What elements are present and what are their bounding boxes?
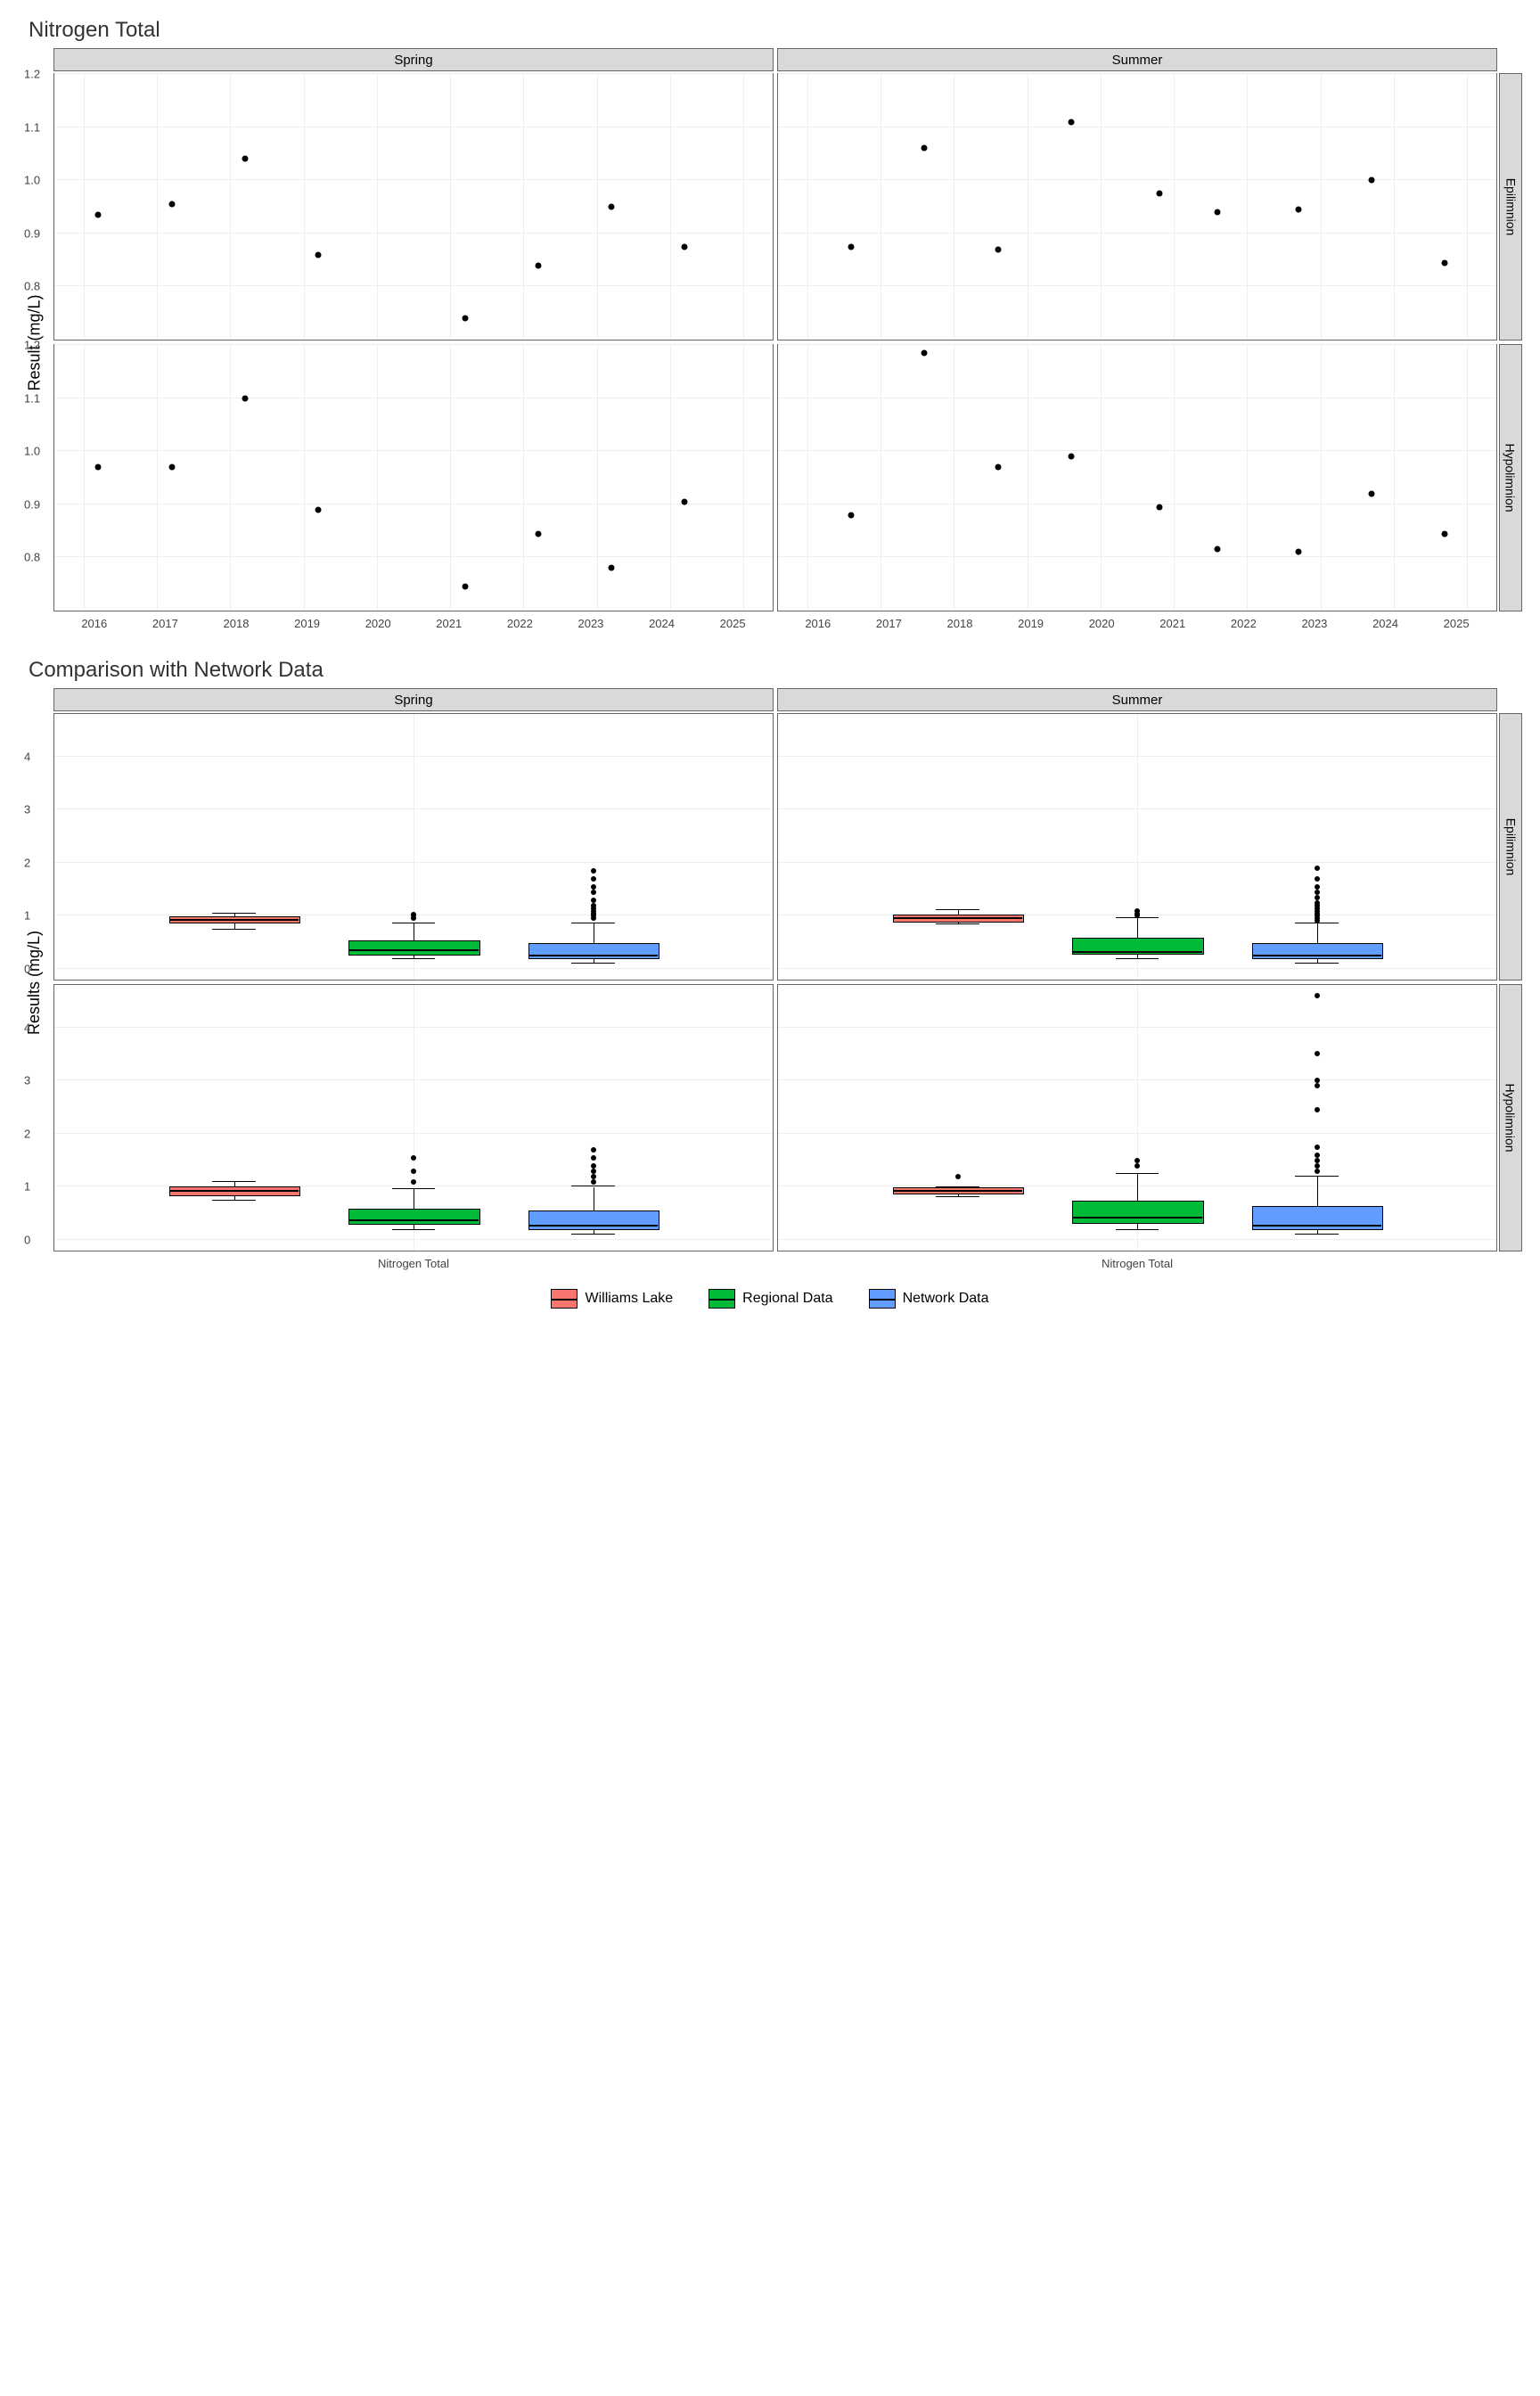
panel-summer-epi: [777, 73, 1497, 341]
legend-swatch-icon: [709, 1289, 735, 1309]
col-strip-summer-2: Summer: [777, 688, 1497, 711]
xaxis-box-spring: Nitrogen Total: [52, 1253, 775, 1276]
scatter-grid: Spring Summer Result (mg/L) 0.80.91.01.1…: [18, 48, 1522, 636]
legend: Williams Lake Regional Data Network Data: [18, 1289, 1522, 1309]
boxpanel-spring-hypo: 01234: [53, 984, 774, 1251]
col-strip-spring-2: Spring: [53, 688, 774, 711]
panel-spring-epi: 0.80.91.01.11.2: [53, 73, 774, 341]
xaxis-box-summer: Nitrogen Total: [775, 1253, 1499, 1276]
row-strip-epi-2: Epilimnion: [1499, 713, 1522, 981]
panel-summer-hypo: [777, 344, 1497, 611]
row-strip-hypo-2: Hypolimnion: [1499, 984, 1522, 1251]
col-strip-summer: Summer: [777, 48, 1497, 71]
col-strip-spring: Spring: [53, 48, 774, 71]
boxplot-block: Comparison with Network Data Spring Summ…: [18, 658, 1522, 1309]
xaxis-summer: 2016201720182019202020212022202320242025: [775, 613, 1499, 636]
row-strip-hypo: Hypolimnion: [1499, 344, 1522, 611]
boxpanel-spring-epi: 01234: [53, 713, 774, 981]
legend-swatch-icon: [869, 1289, 896, 1309]
chart2-title: Comparison with Network Data: [29, 658, 1522, 683]
xaxis-spring: 2016201720182019202020212022202320242025: [52, 613, 775, 636]
boxpanel-summer-hypo: [777, 984, 1497, 1251]
boxpanel-summer-epi: [777, 713, 1497, 981]
row-strip-epi: Epilimnion: [1499, 73, 1522, 341]
ylabel-2: Results (mg/L): [18, 711, 52, 1253]
box-grid: Spring Summer Results (mg/L) 01234 Epili…: [18, 688, 1522, 1276]
panel-spring-hypo: 0.80.91.01.11.2: [53, 344, 774, 611]
xaxis-row-1: 2016201720182019202020212022202320242025…: [52, 613, 1499, 636]
legend-swatch-icon: [551, 1289, 578, 1309]
legend-item-regional: Regional Data: [709, 1289, 832, 1309]
legend-item-network: Network Data: [869, 1289, 989, 1309]
legend-item-williams: Williams Lake: [551, 1289, 673, 1309]
xaxis-row-2: Nitrogen Total Nitrogen Total: [52, 1253, 1499, 1276]
chart1-title: Nitrogen Total: [29, 18, 1522, 43]
scatter-block: Nitrogen Total Spring Summer Result (mg/…: [18, 18, 1522, 636]
